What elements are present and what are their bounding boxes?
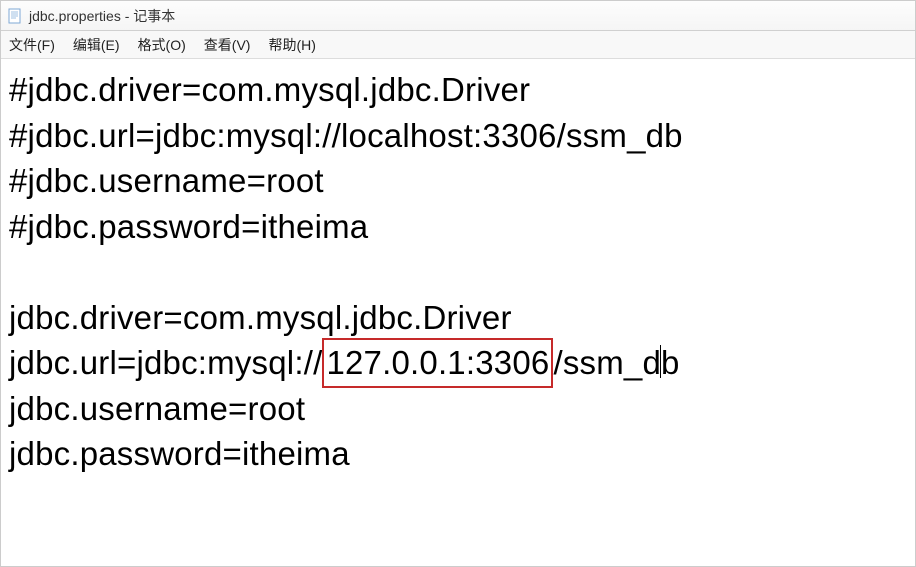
menu-format[interactable]: 格式(O)	[138, 35, 186, 55]
url-suffix1: /ssm_d	[553, 344, 661, 381]
window-title: jdbc.properties - 记事本	[29, 6, 175, 26]
text-line: jdbc.password=itheima	[9, 435, 350, 472]
menu-edit[interactable]: 编辑(E)	[73, 35, 120, 55]
text-line-url: jdbc.url=jdbc:mysql://127.0.0.1:3306/ssm…	[9, 344, 680, 381]
menubar: 文件(F) 编辑(E) 格式(O) 查看(V) 帮助(H)	[1, 31, 915, 59]
text-line: jdbc.driver=com.mysql.jdbc.Driver	[9, 299, 512, 336]
highlight-box: 127.0.0.1:3306	[322, 338, 553, 388]
menu-file[interactable]: 文件(F)	[9, 35, 55, 55]
titlebar[interactable]: jdbc.properties - 记事本	[1, 1, 915, 31]
text-line: #jdbc.username=root	[9, 162, 324, 199]
text-line: #jdbc.url=jdbc:mysql://localhost:3306/ss…	[9, 117, 683, 154]
url-prefix: jdbc.url=jdbc:mysql://	[9, 344, 322, 381]
text-line: jdbc.username=root	[9, 390, 305, 427]
text-line: #jdbc.password=itheima	[9, 208, 368, 245]
url-suffix2: b	[661, 344, 680, 381]
text-area[interactable]: #jdbc.driver=com.mysql.jdbc.Driver #jdbc…	[1, 59, 915, 485]
menu-view[interactable]: 查看(V)	[204, 35, 251, 55]
notepad-icon	[7, 8, 23, 24]
menu-help[interactable]: 帮助(H)	[268, 35, 315, 55]
text-line: #jdbc.driver=com.mysql.jdbc.Driver	[9, 71, 530, 108]
